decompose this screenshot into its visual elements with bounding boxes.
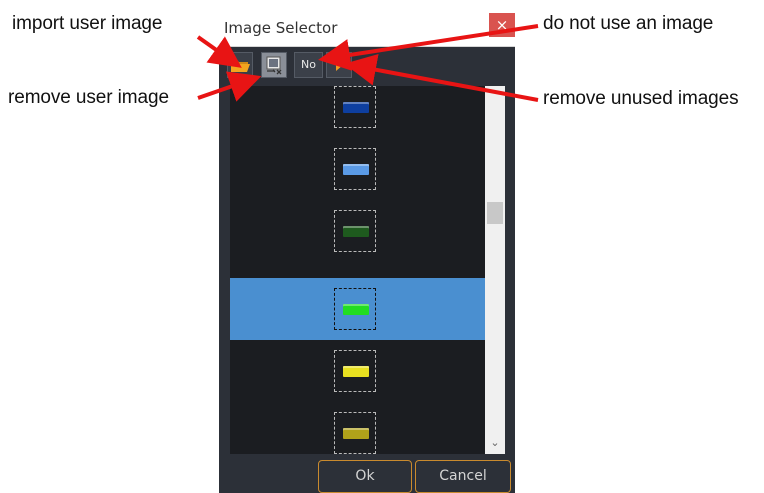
list-item-yellow[interactable]: [230, 340, 485, 402]
import-user-image-button[interactable]: [227, 52, 253, 78]
image-list[interactable]: ⌃ ⌄: [230, 86, 505, 454]
annotation-do-not-use-image: do not use an image: [543, 13, 714, 34]
remove-unused-images-button[interactable]: [326, 52, 352, 78]
vertical-scrollbar[interactable]: ⌃ ⌄: [485, 86, 505, 454]
image-delete-icon: [266, 56, 282, 75]
swatch-olive-yellow: [343, 428, 369, 439]
ok-button[interactable]: Ok: [318, 460, 412, 493]
list-item-olive-yellow[interactable]: [230, 402, 485, 454]
swatch-dark-green: [343, 226, 369, 237]
list-item-light-blue[interactable]: [230, 138, 485, 200]
image-thumbnail: [334, 412, 376, 454]
list-item-bright-green-selected[interactable]: [230, 278, 485, 340]
dialog-title: Image Selector: [224, 19, 338, 37]
swatch-dark-blue: [343, 102, 369, 113]
image-thumbnail: [334, 86, 376, 128]
cancel-button[interactable]: Cancel: [415, 460, 511, 493]
close-button[interactable]: ×: [489, 13, 515, 37]
swatch-yellow: [343, 366, 369, 377]
annotation-import-user-image: import user image: [12, 13, 163, 34]
image-thumbnail: [334, 210, 376, 252]
image-thumbnail: [334, 350, 376, 392]
swatch-bright-green: [343, 304, 369, 315]
image-selector-dialog: Image Selector × No ⌃ ⌄ Ok Cancel: [219, 8, 515, 493]
image-thumbnail: [334, 148, 376, 190]
annotation-remove-unused-images: remove unused images: [543, 88, 739, 109]
list-item-dark-green[interactable]: [230, 200, 485, 262]
swatch-light-blue: [343, 164, 369, 175]
scroll-down-arrow[interactable]: ⌄: [485, 434, 505, 452]
scroll-up-arrow[interactable]: ⌃: [485, 86, 505, 104]
folder-open-icon: [231, 60, 250, 72]
scroll-thumb[interactable]: [487, 202, 503, 224]
list-item-dark-blue[interactable]: [230, 86, 485, 138]
image-thumbnail: [334, 288, 376, 330]
play-arrow-icon: [336, 59, 343, 71]
no-image-button[interactable]: No: [294, 52, 323, 78]
dialog-titlebar: Image Selector ×: [219, 8, 515, 47]
remove-user-image-button[interactable]: [261, 52, 287, 78]
annotation-remove-user-image: remove user image: [8, 87, 169, 108]
